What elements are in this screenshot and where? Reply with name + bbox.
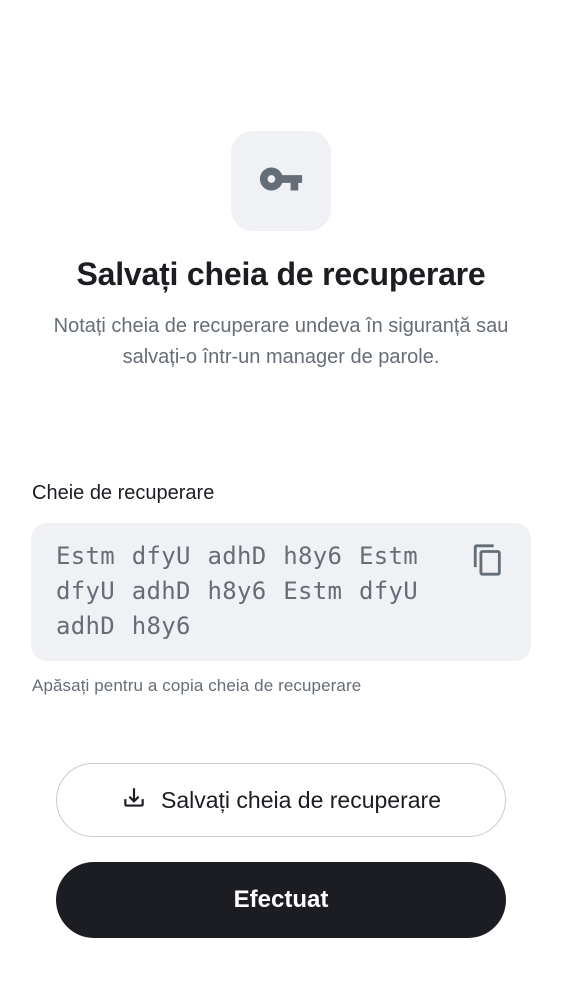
key-icon-tile <box>231 131 331 231</box>
recovery-key-label: Cheie de recuperare <box>32 482 215 504</box>
done-button[interactable]: Efectuat <box>56 862 506 938</box>
page-title: Salvați cheia de recuperare <box>76 256 486 292</box>
recovery-key-value: Estm dfyU adhD h8y6 Estm dfyU adhD h8y6 … <box>56 542 418 640</box>
done-button-label: Efectuat <box>233 886 329 913</box>
recovery-key-screen: Salvați cheia de recuperare Notați cheia… <box>0 0 562 1000</box>
save-recovery-key-button[interactable]: Salvați cheia de recuperare <box>56 763 506 837</box>
page-subtitle: Notați cheia de recuperare undeva în sig… <box>53 315 509 368</box>
copy-helper-text: Apăsați pentru a copia cheia de recupera… <box>32 676 362 695</box>
copy-icon[interactable] <box>471 543 505 577</box>
save-button-label: Salvați cheia de recuperare <box>161 786 441 813</box>
recovery-key-field[interactable]: Estm dfyU adhD h8y6 Estm dfyU adhD h8y6 … <box>31 523 531 661</box>
key-icon <box>258 156 304 207</box>
download-icon <box>121 785 147 816</box>
